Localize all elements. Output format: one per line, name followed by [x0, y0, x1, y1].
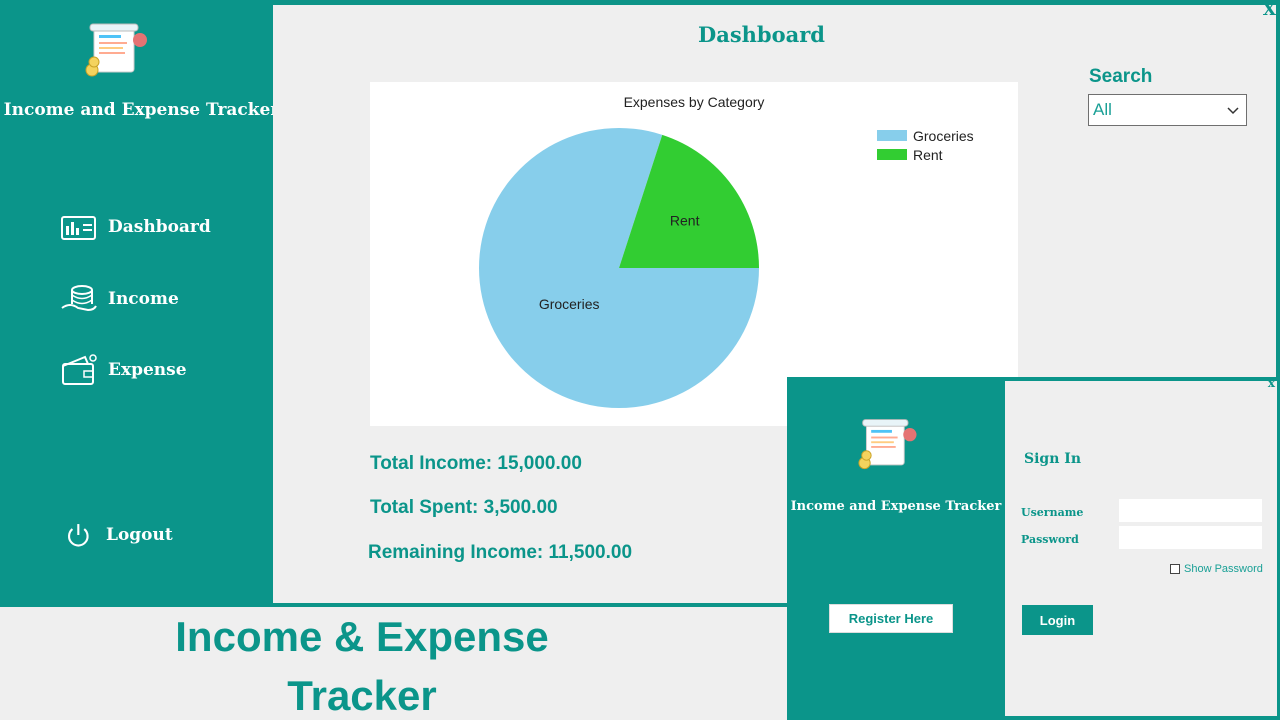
- show-password-checkbox[interactable]: Show Password: [1170, 563, 1263, 575]
- show-password-label: Show Password: [1184, 563, 1263, 575]
- chart-title: Expenses by Category: [623, 94, 765, 110]
- search-label: Search: [1089, 66, 1153, 87]
- remaining-income: Remaining Income: 11,500.00: [368, 542, 633, 563]
- app-logo-icon: [858, 419, 917, 470]
- legend-swatch: [877, 149, 907, 160]
- register-button[interactable]: Register Here: [829, 604, 953, 633]
- wallet-icon: [62, 354, 97, 385]
- close-button[interactable]: X: [1263, 0, 1276, 20]
- sidebar-item-label: Income: [108, 289, 179, 309]
- chart-legend: Groceries Rent: [877, 126, 974, 164]
- login-close-button[interactable]: x: [1268, 376, 1275, 390]
- sidebar-item-label: Dashboard: [108, 217, 211, 237]
- caption-line-1: Income & Expense: [175, 613, 549, 660]
- expenses-pie-chart: Groceries Rent Expenses by Category Groce…: [370, 82, 1018, 426]
- pie-slice-label: Rent: [670, 212, 700, 228]
- coins-icon: [61, 285, 97, 312]
- sign-in-heading: Sign In: [1024, 451, 1081, 467]
- sidebar: Income and Expense Tracker Dashboard Inc…: [0, 0, 279, 607]
- power-icon: [68, 524, 89, 547]
- legend-label: Rent: [913, 146, 943, 163]
- search-dropdown[interactable]: All: [1088, 94, 1247, 126]
- page-title: Dashboard: [698, 22, 825, 47]
- password-label: Password: [1021, 533, 1079, 546]
- app-logo-icon: [85, 23, 147, 77]
- sidebar-item-dashboard[interactable]: Dashboard: [60, 210, 211, 244]
- search-dropdown-value: All: [1093, 100, 1112, 119]
- legend-label: Groceries: [913, 127, 974, 144]
- dashboard-icon: [61, 216, 96, 240]
- sidebar-item-income[interactable]: Income: [60, 282, 179, 316]
- legend-item: Groceries: [877, 126, 974, 145]
- password-field[interactable]: [1119, 526, 1262, 549]
- pie-slice-label: Groceries: [539, 296, 600, 312]
- total-income: Total Income: 15,000.00: [370, 453, 582, 474]
- username-field[interactable]: [1119, 499, 1262, 522]
- sidebar-item-expense[interactable]: Expense: [60, 353, 187, 387]
- login-app-title: Income and Expense Tracker: [790, 499, 1002, 514]
- caption-line-2: Tracker: [287, 672, 437, 719]
- app-title: Income and Expense Tracker: [3, 100, 280, 120]
- total-spent: Total Spent: 3,500.00: [370, 497, 558, 518]
- legend-swatch: [877, 130, 907, 141]
- username-label: Username: [1021, 506, 1084, 519]
- login-button[interactable]: Login: [1022, 605, 1093, 635]
- legend-item: Rent: [877, 145, 974, 164]
- logout-button[interactable]: Logout: [64, 518, 173, 552]
- sidebar-item-label: Expense: [108, 360, 187, 380]
- logout-label: Logout: [106, 525, 173, 545]
- login-form: x Sign In Username Password Show Passwor…: [1005, 376, 1277, 716]
- chevron-down-icon: [1227, 107, 1239, 115]
- checkbox-box[interactable]: [1170, 564, 1180, 574]
- login-window: Income and Expense Tracker Register Here…: [787, 376, 1280, 720]
